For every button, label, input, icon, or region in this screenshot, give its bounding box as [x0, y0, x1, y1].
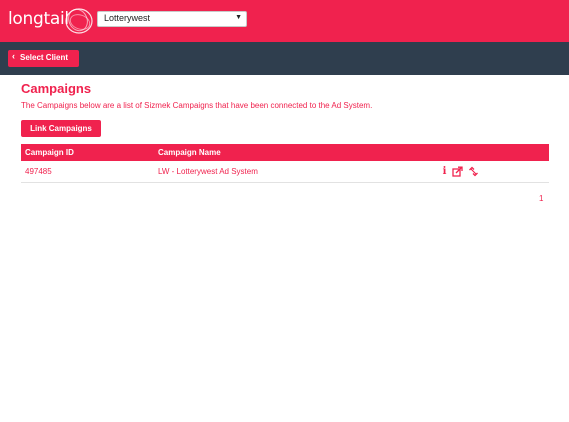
share-icon[interactable]: [452, 166, 463, 177]
campaign-name-cell: LW - Lotterywest Ad System: [158, 167, 258, 176]
table-row: 497485 LW - Lotterywest Ad System i: [21, 161, 549, 183]
client-select-value: Lotterywest: [104, 13, 151, 23]
column-header-campaign-name: Campaign Name: [158, 148, 221, 157]
link-campaigns-button[interactable]: Link Campaigns: [21, 120, 101, 137]
page-title: Campaigns: [21, 81, 92, 96]
chevron-left-icon: ‹: [12, 51, 15, 61]
caret-down-icon: ▼: [235, 14, 242, 21]
unlink-icon[interactable]: [468, 166, 479, 177]
client-select-dropdown[interactable]: Lotterywest ▼: [97, 11, 247, 27]
logo-swirl-icon: [65, 8, 93, 34]
campaign-id-cell: 497485: [25, 167, 52, 176]
logo-text: longtail: [8, 9, 69, 29]
page-description: The Campaigns below are a list of Sizmek…: [21, 101, 373, 110]
pagination-page-1[interactable]: 1: [539, 194, 543, 203]
campaigns-table-header: Campaign ID Campaign Name: [21, 144, 549, 161]
info-icon[interactable]: i: [439, 166, 450, 177]
select-client-button[interactable]: ‹ Select Client: [8, 50, 79, 67]
longtail-logo[interactable]: longtail: [8, 6, 94, 36]
column-header-campaign-id: Campaign ID: [25, 148, 74, 157]
sub-navigation-bar: [0, 42, 569, 75]
select-client-label: Select Client: [20, 53, 69, 62]
